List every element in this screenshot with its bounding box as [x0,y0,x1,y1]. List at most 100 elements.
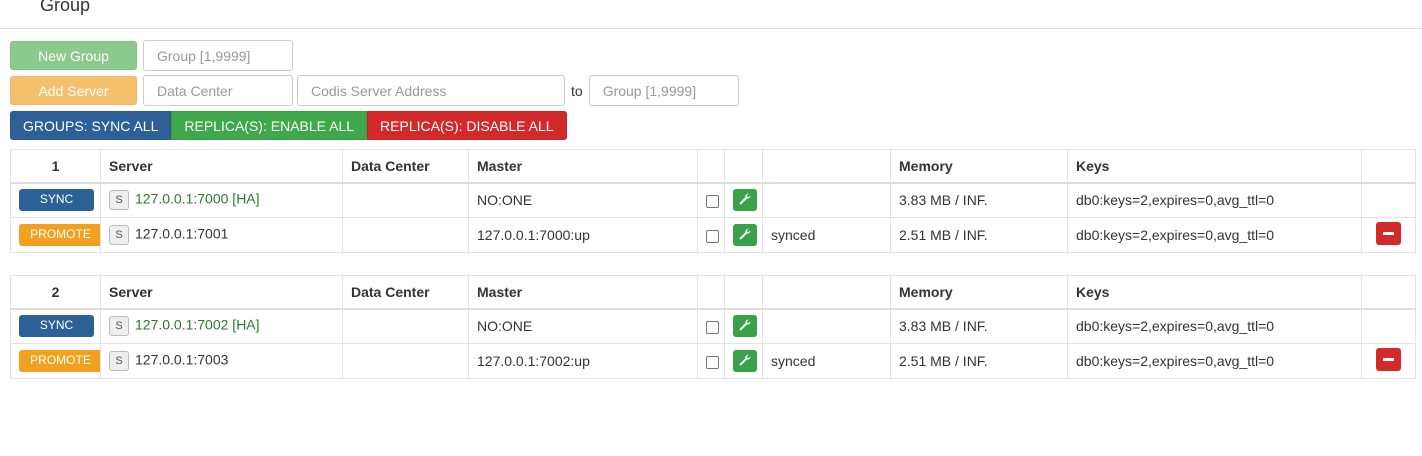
data-center-cell [342,182,469,218]
replica-checkbox[interactable] [706,229,719,243]
column-master: Master [468,275,698,310]
checkbox-cell [697,182,725,218]
column-server: Server [100,275,343,310]
column-master: Master [468,149,698,184]
to-label: to [571,82,583,99]
keys-cell: db0:keys=2,expires=0,avg_ttl=0 [1067,182,1362,218]
group-table: 2 Server Data Center Master Memory Keys SYNC S 1… [10,275,1416,379]
column-data-center: Data Center [342,275,469,310]
replica-checkbox[interactable] [706,321,719,335]
server-address: 127.0.0.1:7002 [HA] [135,316,260,333]
wrench-icon[interactable] [733,350,757,372]
add-server-row: Add Server to [10,75,739,106]
new-group-button[interactable]: New Group [10,41,137,70]
checkbox-cell [697,343,725,379]
master-cell: NO:ONE [468,308,698,344]
server-cell: S 127.0.0.1:7001 [100,217,343,253]
groups-sync-all-button[interactable]: GROUPS: SYNC ALL [10,111,172,140]
sync-button[interactable]: SYNC [19,315,94,338]
data-center-cell [342,343,469,379]
column-blank [697,275,725,310]
remove-cell [1361,217,1416,253]
checkbox-cell [697,308,725,344]
server-cell: S 127.0.0.1:7002 [HA] [100,308,343,344]
page-title: Group [40,0,91,15]
column-memory: Memory [890,275,1068,310]
server-action-cell: SYNC [10,308,101,344]
status-cell [762,182,891,218]
config-cell [724,217,763,253]
column-blank [1361,275,1416,310]
new-group-row: New Group [10,40,293,71]
master-cell: NO:ONE [468,182,698,218]
wrench-icon[interactable] [733,189,757,212]
new-group-input[interactable] [143,40,293,71]
server-action-cell: PROMOTE [10,217,101,253]
page-header: Group [0,0,1422,29]
remove-cell [1361,182,1416,218]
column-blank [762,149,891,184]
column-memory: Memory [890,149,1068,184]
server-action-cell: SYNC [10,182,101,218]
group-id: 2 [10,275,101,310]
config-cell [724,308,763,344]
add-server-button[interactable]: Add Server [10,76,137,105]
keys-cell: db0:keys=2,expires=0,avg_ttl=0 [1067,343,1362,379]
master-cell: 127.0.0.1:7002:up [468,343,698,379]
server-row: SYNC S 127.0.0.1:7002 [HA] NO:ONE 3.83 MB / … [10,308,1416,344]
status-cell: synced [762,343,891,379]
server-address: 127.0.0.1:7001 [135,225,229,242]
server-cell: S 127.0.0.1:7003 [100,343,343,379]
column-keys: Keys [1067,275,1362,310]
wrench-icon[interactable] [733,224,757,246]
status-cell [762,308,891,344]
column-data-center: Data Center [342,149,469,184]
column-blank [1361,149,1416,184]
keys-cell: db0:keys=2,expires=0,avg_ttl=0 [1067,308,1362,344]
remove-cell [1361,343,1416,379]
bulk-action-group: GROUPS: SYNC ALL REPLICA(S): ENABLE ALL … [10,111,567,140]
server-badge[interactable]: S [109,316,129,337]
column-blank [762,275,891,310]
replica-checkbox[interactable] [706,195,719,209]
replica-disable-all-button[interactable]: REPLICA(S): DISABLE ALL [367,111,567,140]
remove-cell [1361,308,1416,344]
config-cell [724,182,763,218]
promote-button[interactable]: PROMOTE [19,224,100,246]
wrench-icon[interactable] [733,315,757,338]
server-action-cell: PROMOTE [10,343,101,379]
promote-button[interactable]: PROMOTE [19,350,100,372]
server-badge[interactable]: S [109,225,129,245]
minus-icon[interactable] [1376,222,1401,245]
group-id: 1 [10,149,101,184]
server-address-input[interactable] [297,75,565,106]
server-badge[interactable]: S [109,190,129,211]
replica-enable-all-button[interactable]: REPLICA(S): ENABLE ALL [171,111,368,140]
minus-icon[interactable] [1376,348,1401,371]
group-header-row: 2 Server Data Center Master Memory Keys [10,275,1416,310]
server-cell: S 127.0.0.1:7000 [HA] [100,182,343,218]
target-group-input[interactable] [588,75,739,106]
server-address: 127.0.0.1:7003 [135,351,229,368]
master-cell: 127.0.0.1:7000:up [468,217,698,253]
checkbox-cell [697,217,725,253]
data-center-input[interactable] [143,75,293,106]
server-row: SYNC S 127.0.0.1:7000 [HA] NO:ONE 3.83 MB / … [10,182,1416,218]
column-blank [724,275,763,310]
column-blank [724,149,763,184]
column-keys: Keys [1067,149,1362,184]
group-header-row: 1 Server Data Center Master Memory Keys [10,149,1416,184]
server-badge[interactable]: S [109,351,129,371]
sync-button[interactable]: SYNC [19,189,94,212]
data-center-cell [342,308,469,344]
keys-cell: db0:keys=2,expires=0,avg_ttl=0 [1067,217,1362,253]
column-blank [697,149,725,184]
data-center-cell [342,217,469,253]
memory-cell: 2.51 MB / INF. [890,217,1068,253]
memory-cell: 2.51 MB / INF. [890,343,1068,379]
server-row: PROMOTE S 127.0.0.1:7001 127.0.0.1:7000:up s… [10,217,1416,253]
memory-cell: 3.83 MB / INF. [890,182,1068,218]
replica-checkbox[interactable] [706,355,719,369]
server-row: PROMOTE S 127.0.0.1:7003 127.0.0.1:7002:up s… [10,343,1416,379]
status-cell: synced [762,217,891,253]
